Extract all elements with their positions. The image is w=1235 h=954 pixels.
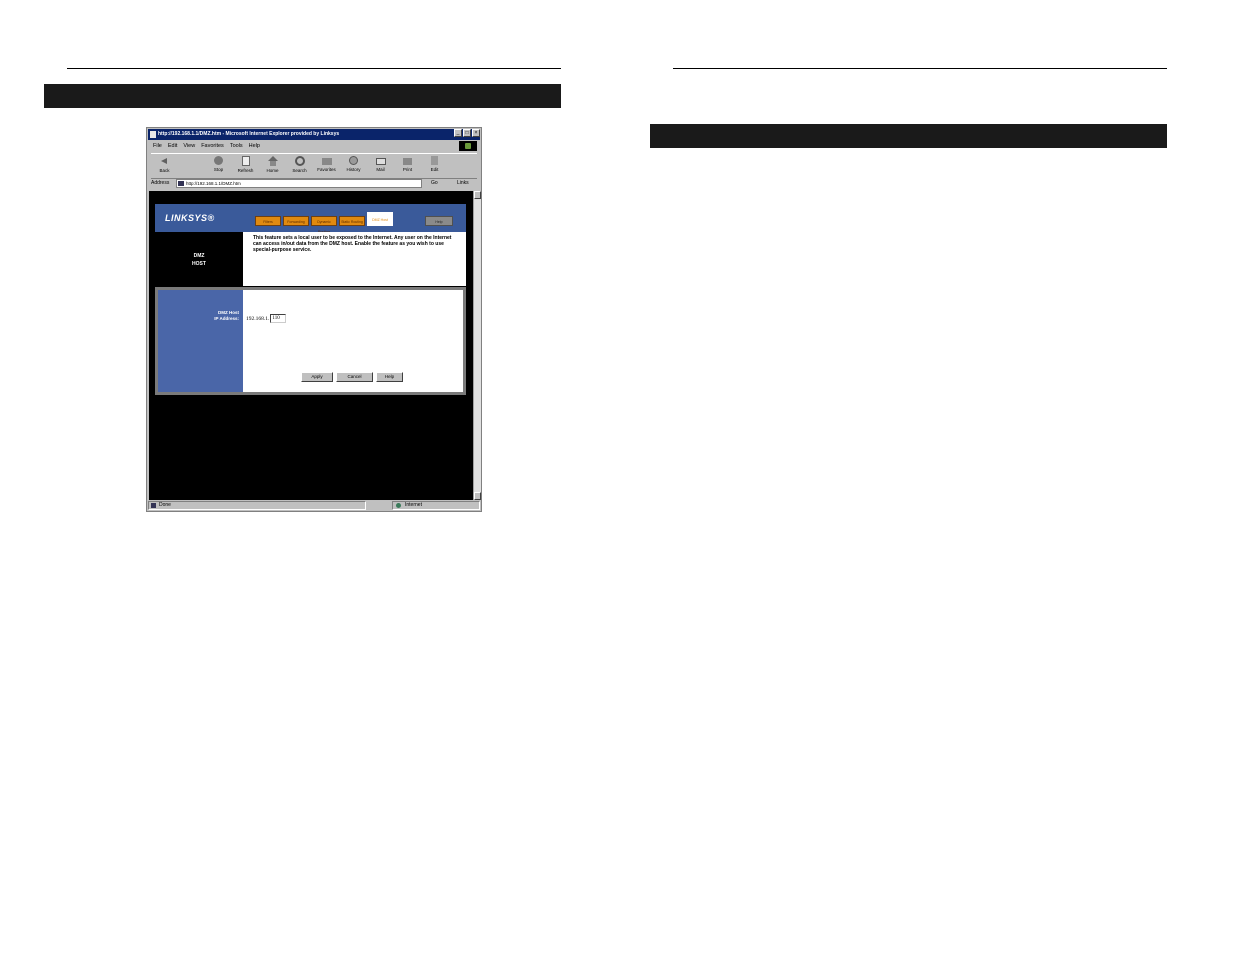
close-button[interactable]: × bbox=[472, 129, 480, 137]
refresh-icon bbox=[241, 156, 250, 166]
window-titlebar: http://192.168.1.1/DMZ.htm - Microsoft I… bbox=[148, 129, 480, 140]
vertical-scrollbar[interactable] bbox=[473, 191, 481, 500]
windows-logo-icon bbox=[459, 141, 477, 151]
tab-static-routing[interactable]: Static Routing bbox=[339, 216, 365, 226]
tab-dmz-host[interactable]: DMZ Host bbox=[367, 212, 393, 226]
linksys-header: LINKSYS® Filters Forwarding Dynamic Rout… bbox=[155, 204, 466, 234]
right-section-bar bbox=[650, 124, 1167, 148]
help-button[interactable]: Help bbox=[376, 372, 403, 382]
section-title-line2: HOST bbox=[192, 261, 206, 267]
section-description: This feature sets a local user to be exp… bbox=[243, 232, 466, 286]
status-bar: Done Internet bbox=[148, 501, 480, 511]
dmz-ip-row: 192.168.1. 110 bbox=[246, 314, 287, 323]
tab-dynamic-routing[interactable]: Dynamic Routing bbox=[311, 216, 337, 234]
tab-help[interactable]: Help bbox=[425, 216, 453, 226]
search-button[interactable]: Search bbox=[286, 154, 313, 178]
status-text: Done bbox=[148, 501, 366, 510]
menu-tools[interactable]: Tools bbox=[230, 141, 243, 151]
section-title-line1: DMZ bbox=[193, 253, 205, 259]
history-button[interactable]: History bbox=[340, 154, 367, 178]
status-zone: Internet bbox=[392, 501, 480, 510]
maximize-button[interactable]: □ bbox=[463, 129, 471, 137]
mail-icon bbox=[375, 158, 386, 165]
favorites-button[interactable]: Favorites bbox=[313, 154, 340, 178]
printer-icon bbox=[403, 158, 412, 165]
favorites-icon bbox=[321, 158, 332, 165]
back-button[interactable]: Back bbox=[151, 154, 178, 178]
browser-toolbar: Back Stop Refresh Home Search Favorites … bbox=[151, 153, 477, 179]
forward-arrow-icon bbox=[187, 156, 197, 166]
address-label: Address bbox=[151, 180, 170, 186]
menu-file[interactable]: File bbox=[153, 141, 162, 151]
form-buttons: Apply Cancel Help bbox=[301, 372, 403, 382]
menu-help[interactable]: Help bbox=[249, 141, 260, 151]
apply-button[interactable]: Apply bbox=[301, 372, 333, 382]
page-viewport: LINKSYS® Filters Forwarding Dynamic Rout… bbox=[149, 191, 473, 500]
search-icon bbox=[294, 156, 305, 166]
menu-favorites[interactable]: Favorites bbox=[201, 141, 224, 151]
home-button[interactable]: Home bbox=[259, 154, 286, 178]
address-bar: Address http://192.168.1.1/DMZ.htm Go Li… bbox=[151, 178, 477, 189]
cancel-button[interactable]: Cancel bbox=[336, 372, 373, 382]
history-icon bbox=[349, 156, 358, 165]
window-title: http://192.168.1.1/DMZ.htm - Microsoft I… bbox=[158, 131, 340, 137]
print-button[interactable]: Print bbox=[394, 154, 421, 178]
window-controls: _ □ × bbox=[454, 129, 480, 137]
forward-button[interactable] bbox=[178, 154, 205, 178]
left-section-bar bbox=[44, 84, 561, 108]
stop-button[interactable]: Stop bbox=[205, 154, 232, 178]
edit-icon bbox=[431, 156, 438, 165]
field-label-column: DMZ Host IP Address: bbox=[158, 290, 243, 392]
address-input[interactable]: http://192.168.1.1/DMZ.htm bbox=[176, 179, 424, 188]
go-button[interactable]: Go bbox=[431, 178, 438, 189]
menu-view[interactable]: View bbox=[183, 141, 195, 151]
stop-icon bbox=[214, 156, 223, 165]
dmz-ip-input[interactable]: 110 bbox=[270, 314, 287, 323]
ie-icon bbox=[150, 131, 156, 138]
left-top-rule bbox=[67, 68, 561, 69]
menu-bar: File Edit View Favorites Tools Help bbox=[153, 141, 260, 151]
linksys-tabs: Filters Forwarding Dynamic Routing Stati… bbox=[255, 212, 393, 234]
minimize-button[interactable]: _ bbox=[454, 129, 462, 137]
browser-window: http://192.168.1.1/DMZ.htm - Microsoft I… bbox=[146, 127, 482, 512]
right-top-rule bbox=[673, 68, 1167, 69]
section-title: DMZ HOST bbox=[155, 232, 243, 286]
back-arrow-icon bbox=[160, 156, 170, 166]
tab-filters[interactable]: Filters bbox=[255, 216, 281, 226]
tab-forwarding[interactable]: Forwarding bbox=[283, 216, 309, 226]
mail-button[interactable]: Mail bbox=[367, 154, 394, 178]
links-button[interactable]: Links bbox=[457, 178, 469, 189]
settings-panel-inner: DMZ Host IP Address: 192.168.1. 110 Appl… bbox=[158, 290, 463, 392]
ip-prefix: 192.168.1. bbox=[246, 315, 270, 322]
home-icon bbox=[267, 156, 278, 166]
address-dropdown-icon[interactable] bbox=[421, 179, 428, 188]
menu-edit[interactable]: Edit bbox=[168, 141, 177, 151]
refresh-button[interactable]: Refresh bbox=[232, 154, 259, 178]
field-label-line2: IP Address: bbox=[214, 316, 239, 321]
settings-panel: DMZ Host IP Address: 192.168.1. 110 Appl… bbox=[155, 287, 466, 395]
linksys-logo: LINKSYS® bbox=[165, 213, 215, 223]
edit-button[interactable]: Edit bbox=[421, 154, 448, 178]
